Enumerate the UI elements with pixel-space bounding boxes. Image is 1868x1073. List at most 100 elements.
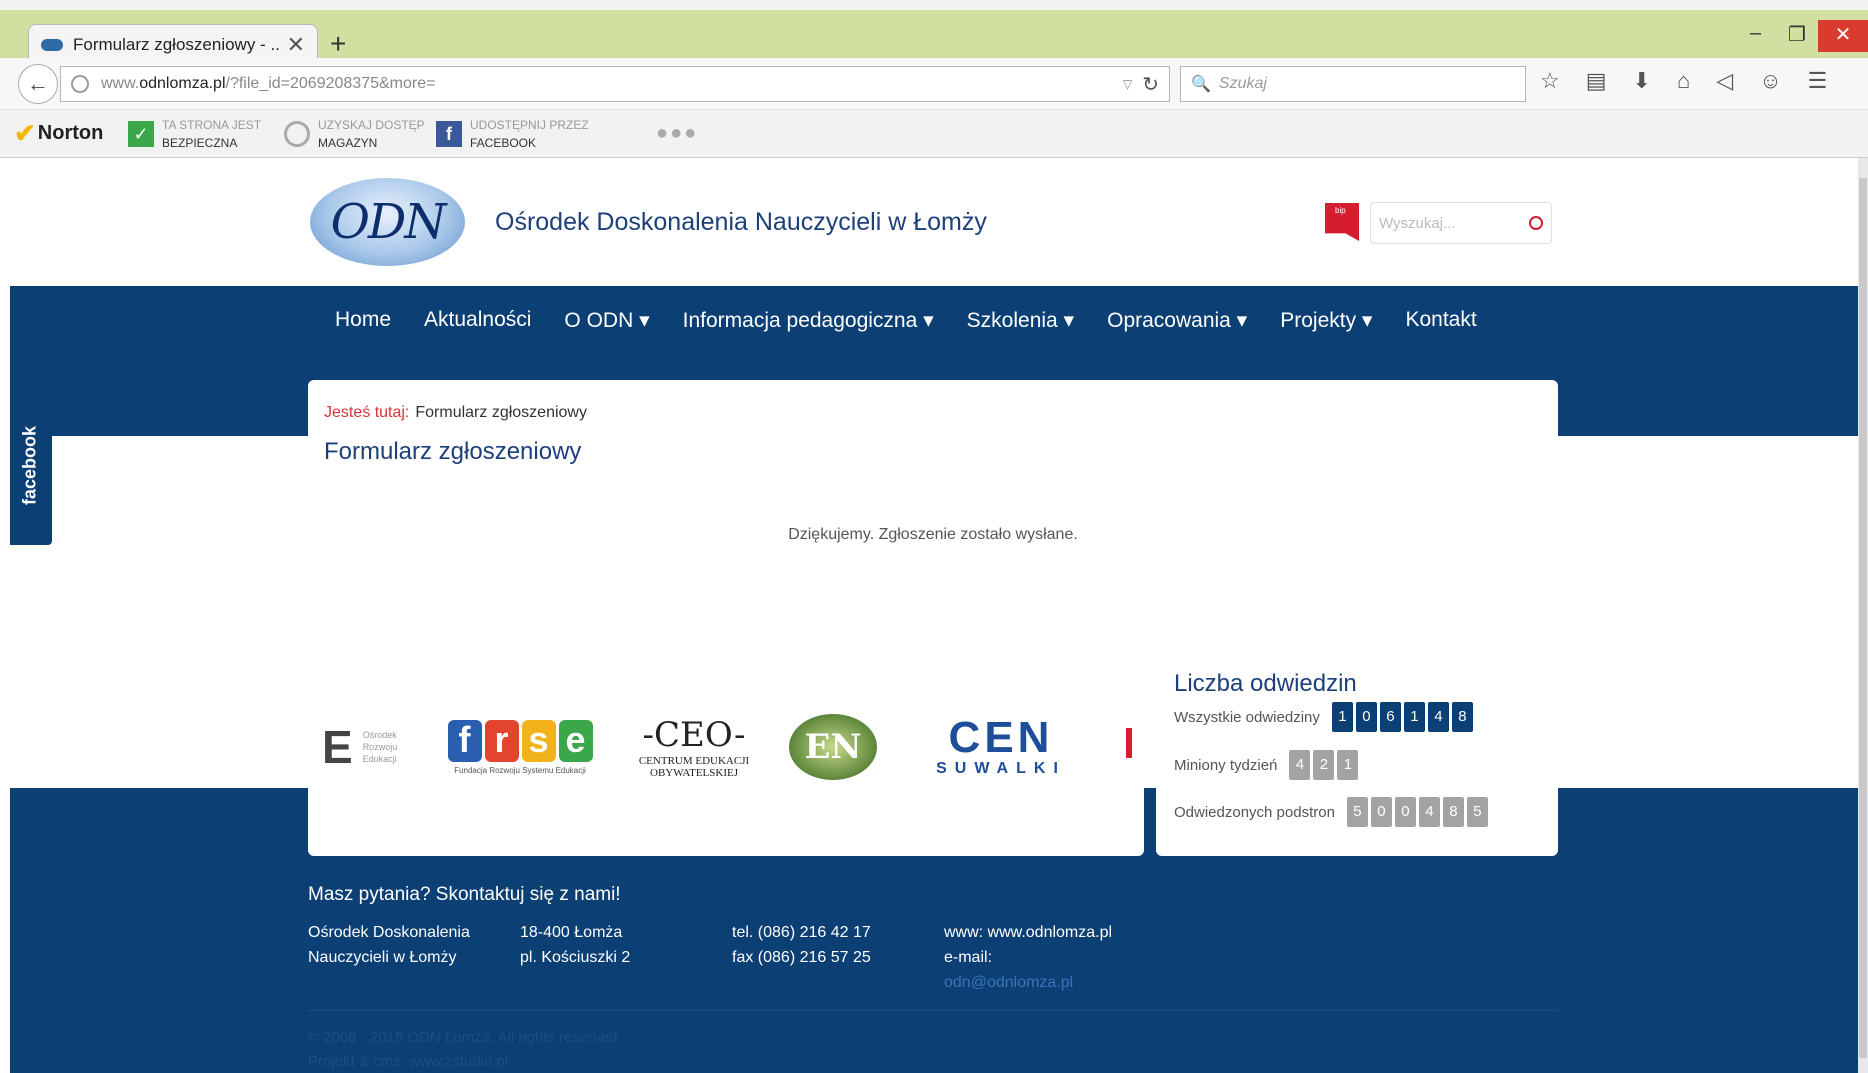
more-dots-icon[interactable]: ●●●: [656, 122, 698, 145]
tab-title: Formularz zgłoszeniowy - ...: [73, 34, 279, 54]
clipboard-icon[interactable]: ▤: [1586, 68, 1607, 94]
download-icon[interactable]: ⬇: [1633, 68, 1651, 94]
breadcrumb: Jesteś tutaj: Formularz zgłoszeniowy: [324, 404, 587, 422]
menu-item-publications[interactable]: Opracowania ▾: [1107, 308, 1247, 333]
url-text[interactable]: www.odnlomza.pl/?file_id=2069208375&more…: [101, 75, 1123, 93]
norton-logo[interactable]: ✔ Norton: [14, 118, 103, 149]
breadcrumb-prefix: Jesteś tutaj:: [324, 404, 410, 421]
bip-logo-icon[interactable]: bip: [1325, 203, 1359, 241]
browser-titlebar: Formularz zgłoszeniowy - ... ✕ + – ❐ ✕: [0, 0, 1868, 64]
breadcrumb-current: Formularz zgłoszeniowy: [415, 404, 587, 421]
menu-item-home[interactable]: Home: [335, 308, 391, 333]
website-viewport: ODN Ośrodek Doskonalenia Nauczycieli w Ł…: [10, 158, 1858, 1073]
chat-icon[interactable]: ☺: [1759, 68, 1781, 94]
minimize-icon[interactable]: –: [1750, 22, 1761, 45]
project-credit[interactable]: Projekt & cms: www.zstudio.pl: [308, 1050, 622, 1073]
send-icon[interactable]: ◁: [1716, 68, 1733, 94]
site-search-placeholder: Wyszukaj...: [1379, 214, 1456, 232]
menu-item-projects[interactable]: Projekty ▾: [1280, 308, 1372, 333]
hamburger-menu-icon[interactable]: ☰: [1808, 68, 1828, 94]
content-card: Jesteś tutaj: Formularz zgłoszeniowy Form…: [308, 380, 1558, 635]
reload-icon[interactable]: ↻: [1142, 72, 1159, 97]
facebook-side-tab[interactable]: facebook: [10, 393, 52, 545]
restore-icon[interactable]: ❐: [1788, 22, 1806, 47]
visits-all-row: Wszystkie odwiedziny 106148: [1174, 702, 1476, 732]
contact-phones: tel. (086) 216 42 17 fax (086) 216 57 25: [732, 924, 871, 966]
store-line1: UZYSKAJ DOSTĘP: [318, 118, 425, 132]
extensions-bar: ✔ Norton ✓ TA STRONA JEST BEZPIECZNA UZY…: [0, 110, 1868, 158]
digit: 6: [1379, 702, 1401, 732]
address-bar[interactable]: www.odnlomza.pl/?file_id=2069208375&more…: [60, 66, 1170, 102]
partner-logo-ceo[interactable]: -CEO- CENTRUM EDUKACJI OBYWATELSKIEJ: [634, 714, 754, 780]
browser-navbar: ← www.odnlomza.pl/?file_id=2069208375&mo…: [0, 58, 1868, 110]
site-favicon-icon: [41, 38, 63, 51]
page-title: Formularz zgłoszeniowy: [324, 438, 582, 465]
share-line2: FACEBOOK: [470, 136, 537, 150]
digit: 4: [1418, 797, 1440, 827]
contact-address: 18-400 Łomża pl. Kościuszki 2: [520, 924, 631, 966]
share-facebook[interactable]: f UDOSTĘPNIJ PRZEZ FACEBOOK: [436, 116, 589, 152]
digit: 0: [1370, 797, 1392, 827]
visits-card: Liczba odwiedzin Wszystkie odwiedziny 10…: [1156, 648, 1558, 856]
visits-week-row: Miniony tydzień 421: [1174, 750, 1361, 780]
partner-logo-cut: [1126, 728, 1132, 758]
vault-access[interactable]: UZYSKAJ DOSTĘP MAGAZYN: [284, 116, 425, 152]
digit: 1: [1337, 750, 1359, 780]
menu-item-about[interactable]: O ODN ▾: [564, 308, 649, 333]
safe-site-indicator[interactable]: ✓ TA STRONA JEST BEZPIECZNA: [128, 116, 261, 152]
magnifier-icon[interactable]: [1529, 216, 1543, 230]
digit: 8: [1442, 797, 1464, 827]
copyright: © 2008 - 2015 ODN Łomża. All rights rese…: [308, 1026, 622, 1073]
confirmation-message: Dziękujemy. Zgłoszenie zostało wysłane.: [788, 526, 1078, 543]
digit: 0: [1355, 702, 1377, 732]
norton-check-icon: ✔: [14, 118, 36, 148]
menu-item-pedagogical-info[interactable]: Informacja pedagogiczna ▾: [683, 308, 934, 333]
tab-close-icon[interactable]: ✕: [287, 32, 305, 58]
menu-item-trainings[interactable]: Szkolenia ▾: [967, 308, 1074, 333]
digit: 5: [1466, 797, 1488, 827]
back-arrow-icon[interactable]: ←: [18, 64, 58, 104]
partner-logo-cen[interactable]: CEN SUWALKI: [918, 714, 1084, 780]
menu-item-contact[interactable]: Kontakt: [1405, 308, 1476, 333]
globe-icon: [71, 75, 89, 93]
contact-org: Ośrodek Doskonalenia Nauczycieli w Łomży: [308, 924, 470, 966]
menu-item-news[interactable]: Aktualności: [424, 308, 531, 333]
contact-web: www: www.odnlomza.pl e-mail: odn@odnlomz…: [944, 920, 1112, 995]
safe-line2: BEZPIECZNA: [162, 136, 238, 150]
odn-logo[interactable]: ODN: [310, 178, 465, 266]
facebook-icon: f: [436, 121, 462, 147]
contact-www[interactable]: www: www.odnlomza.pl: [944, 920, 1112, 945]
digit: 4: [1289, 750, 1311, 780]
partner-logo-ore[interactable]: E Ośrodek Rozwoju Edukacji: [322, 714, 408, 780]
browser-search-bar[interactable]: 🔍 Szukaj: [1180, 66, 1526, 102]
norton-label: Norton: [37, 122, 104, 144]
digit: 1: [1403, 702, 1425, 732]
site-title: Ośrodek Doskonalenia Nauczycieli w Łomży: [495, 208, 987, 236]
partner-logo-en[interactable]: EN: [788, 714, 878, 780]
visits-pages-row: Odwiedzonych podstron 500485: [1174, 797, 1491, 827]
url-dropdown-icon[interactable]: ▽: [1123, 77, 1132, 91]
page-scrollbar[interactable]: [1858, 158, 1868, 1073]
digit: 5: [1346, 797, 1368, 827]
store-line2: MAGAZYN: [318, 136, 378, 150]
contact-email-link[interactable]: odn@odnlomza.pl: [944, 970, 1112, 995]
bookmark-star-icon[interactable]: ☆: [1540, 68, 1560, 94]
new-tab-icon[interactable]: +: [330, 28, 346, 60]
safe-line1: TA STRONA JEST: [162, 118, 262, 132]
close-window-icon[interactable]: ✕: [1818, 20, 1868, 52]
vault-icon: [284, 121, 310, 147]
toolbar-icons: ☆ ▤ ⬇ ⌂ ◁ ☺ ☰: [1540, 68, 1827, 94]
digit: 2: [1313, 750, 1335, 780]
partners-card: E Ośrodek Rozwoju Edukacji f r s e Funda…: [308, 648, 1144, 856]
digit: 0: [1394, 797, 1416, 827]
digit: 1: [1331, 702, 1353, 732]
scrollbar-thumb[interactable]: [1859, 178, 1867, 1058]
browser-search-placeholder: Szukaj: [1218, 75, 1267, 92]
main-menu: Home Aktualności O ODN ▾ Informacja peda…: [335, 308, 1477, 333]
home-icon[interactable]: ⌂: [1677, 68, 1690, 94]
site-search-input[interactable]: Wyszukaj...: [1370, 202, 1552, 244]
partner-logo-frse[interactable]: f r s e Fundacja Rozwoju Systemu Edukacj…: [440, 714, 600, 780]
digit: 8: [1451, 702, 1473, 732]
share-line1: UDOSTĘPNIJ PRZEZ: [470, 118, 589, 132]
check-icon: ✓: [128, 121, 154, 147]
